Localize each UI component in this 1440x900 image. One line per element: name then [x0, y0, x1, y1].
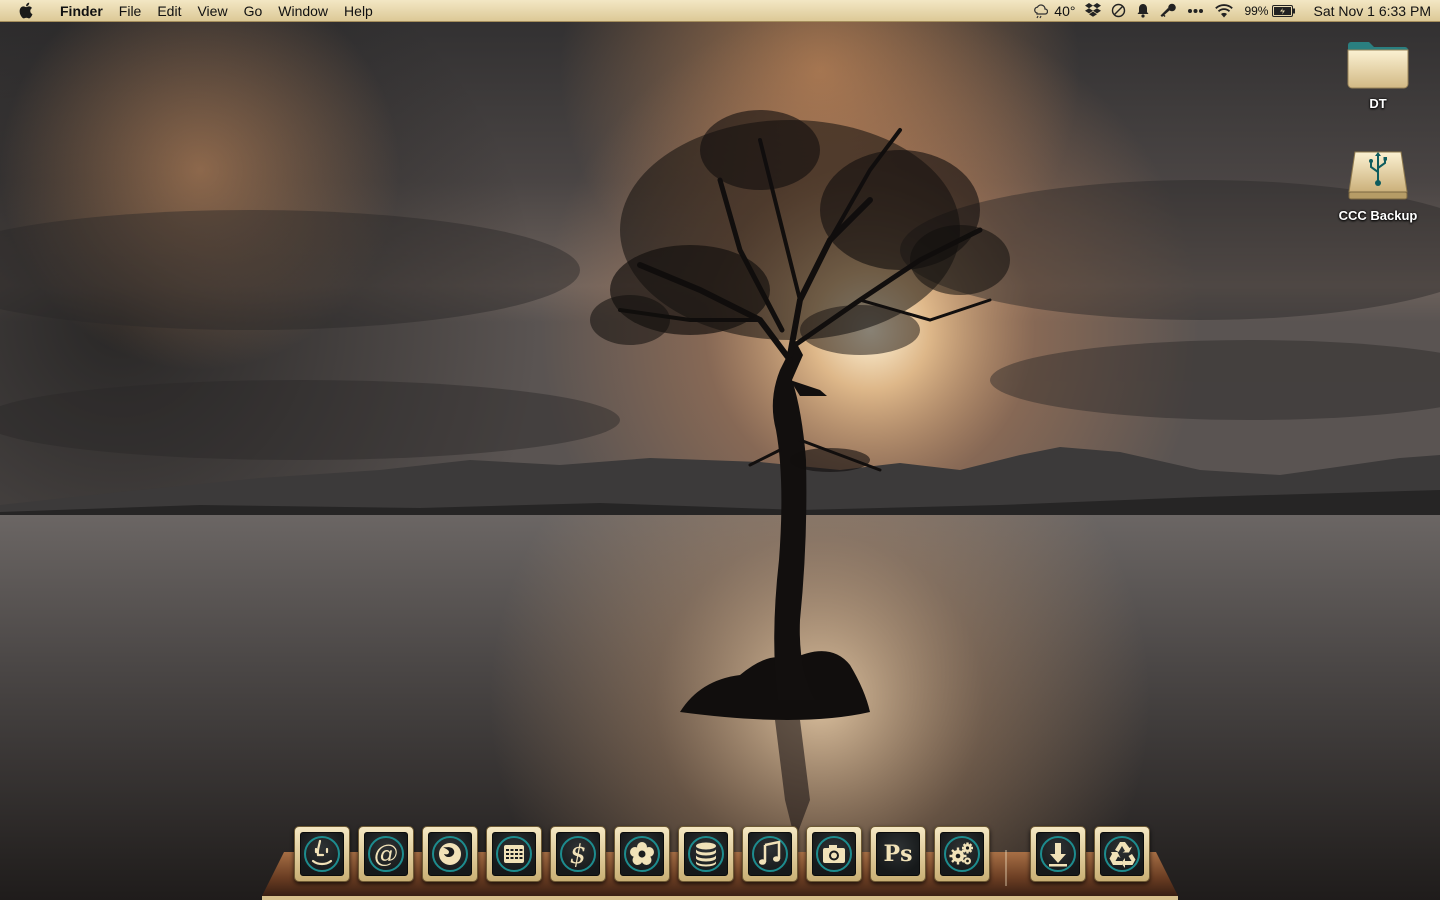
camera-icon: [816, 836, 852, 872]
dock-divider: [1005, 850, 1007, 886]
menu-edit[interactable]: Edit: [149, 0, 189, 22]
notification-status[interactable]: [1131, 0, 1155, 22]
weather-temperature: 40°: [1054, 2, 1076, 19]
finder-icon: [304, 836, 340, 872]
photoshop-icon: Ps: [883, 841, 913, 867]
apple-menu-icon[interactable]: [18, 2, 36, 20]
dock-item-database[interactable]: [678, 826, 734, 882]
svg-text:@: @: [374, 840, 398, 868]
menu-view[interactable]: View: [189, 0, 235, 22]
dock-item-music[interactable]: [742, 826, 798, 882]
desktop-icon-label: DT: [1369, 96, 1387, 111]
music-note-icon: [752, 836, 788, 872]
weather-icon: [1034, 3, 1049, 18]
dropbox-status[interactable]: [1080, 0, 1106, 22]
dock-item-finder[interactable]: [294, 826, 350, 882]
gears-icon: [944, 836, 980, 872]
more-status[interactable]: [1182, 0, 1209, 22]
keychain-key-icon: [1160, 3, 1177, 18]
dock-item-downloads[interactable]: [1030, 826, 1086, 882]
desktop-icon-dt[interactable]: DT: [1333, 36, 1423, 111]
app-menu-finder[interactable]: Finder: [52, 0, 111, 22]
keychain-status[interactable]: [1155, 0, 1182, 22]
dock-item-calendar[interactable]: [486, 826, 542, 882]
weather-status[interactable]: 40°: [1027, 0, 1080, 22]
database-icon: [688, 836, 724, 872]
menu-bar: Finder File Edit View Go Window Help 40°: [0, 0, 1440, 22]
firefox-icon: [432, 836, 468, 872]
battery-status[interactable]: 99%: [1239, 0, 1301, 22]
dock-item-system-preferences[interactable]: [934, 826, 990, 882]
desktop-icon-ccc-backup[interactable]: CCC Backup: [1333, 146, 1423, 223]
menu-window[interactable]: Window: [270, 0, 336, 22]
download-arrow-icon: [1040, 836, 1076, 872]
menu-help[interactable]: Help: [336, 0, 381, 22]
usb-drive-icon: [1348, 151, 1408, 200]
dock-item-firefox[interactable]: [422, 826, 478, 882]
sync-status[interactable]: [1106, 0, 1131, 22]
dock-item-finance[interactable]: $: [550, 826, 606, 882]
dock-item-photoshop[interactable]: Ps: [870, 826, 926, 882]
dock-item-camera[interactable]: [806, 826, 862, 882]
menu-file[interactable]: File: [111, 0, 150, 22]
sync-icon: [1112, 3, 1126, 18]
calendar-icon: [496, 836, 532, 872]
dock-item-mail[interactable]: @: [358, 826, 414, 882]
desktop-icon-label: CCC Backup: [1338, 208, 1418, 223]
dock-item-flower[interactable]: [614, 826, 670, 882]
mail-at-icon: @: [368, 836, 404, 872]
svg-text:$: $: [570, 840, 587, 870]
dropbox-icon: [1085, 3, 1102, 17]
battery-icon: [1272, 4, 1296, 17]
battery-percentage: 99%: [1244, 3, 1269, 18]
wifi-icon: [1215, 4, 1234, 18]
flower-icon: [624, 836, 660, 872]
dock-item-trash[interactable]: [1094, 826, 1150, 882]
more-icon: [1188, 8, 1204, 13]
menu-go[interactable]: Go: [236, 0, 271, 22]
folder-icon: [1347, 42, 1409, 89]
recycle-icon: [1104, 836, 1140, 872]
desktop-wallpaper: [0, 0, 1440, 900]
wifi-status[interactable]: [1209, 0, 1239, 22]
menu-clock[interactable]: Sat Nov 1 6:33 PM: [1301, 3, 1440, 19]
notification-bell-icon: [1137, 4, 1149, 18]
dollar-icon: $: [560, 836, 596, 872]
